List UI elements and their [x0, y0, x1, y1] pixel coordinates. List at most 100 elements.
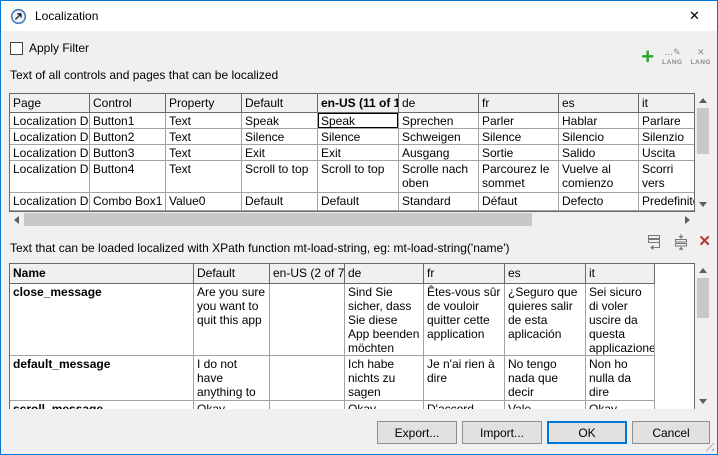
- scrollbar-thumb[interactable]: [24, 213, 532, 226]
- cell[interactable]: Okay: [345, 401, 424, 409]
- cell[interactable]: Text: [166, 129, 242, 145]
- cell[interactable]: Text: [166, 161, 242, 193]
- controls-section-label: Text of all controls and pages that can …: [10, 68, 278, 82]
- cell[interactable]: Parlare: [639, 113, 694, 129]
- table-row: Localization Demo Button4 Text Scroll to…: [10, 161, 694, 193]
- cell[interactable]: Default: [242, 193, 318, 211]
- import-button[interactable]: Import...: [462, 421, 542, 444]
- cell[interactable]: Schweigen: [399, 129, 479, 145]
- append-row-icon[interactable]: [646, 234, 664, 250]
- cell[interactable]: [270, 401, 345, 409]
- cell[interactable]: Je n'ai rien à dire: [424, 356, 505, 401]
- cell[interactable]: Button4: [90, 161, 166, 193]
- delete-language-icon[interactable]: ✕ LANG: [691, 48, 711, 67]
- cell[interactable]: Are you sure you want to quit this app: [194, 284, 270, 356]
- cell[interactable]: Exit: [242, 145, 318, 161]
- selected-cell[interactable]: Speak: [318, 113, 399, 129]
- cell[interactable]: Scroll to top: [242, 161, 318, 193]
- cell[interactable]: Silence: [242, 129, 318, 145]
- cell[interactable]: Speak: [242, 113, 318, 129]
- cell[interactable]: Scroll to top: [318, 161, 399, 193]
- cell[interactable]: Ich habe nichts zu sagen: [345, 356, 424, 401]
- cell[interactable]: Text: [166, 113, 242, 129]
- cell[interactable]: No tengo nada que decir: [505, 356, 586, 401]
- cell[interactable]: Silence: [479, 129, 559, 145]
- cell[interactable]: Scrolle nach oben: [399, 161, 479, 193]
- column-header: Default: [242, 94, 318, 113]
- cell[interactable]: Localization Demo: [10, 113, 90, 129]
- cell[interactable]: Parcourez le sommet: [479, 161, 559, 193]
- edit-language-icon[interactable]: …✎ LANG: [662, 48, 682, 67]
- cell[interactable]: Button2: [90, 129, 166, 145]
- strings-section-label: Text that can be loaded localized with X…: [10, 241, 510, 255]
- column-header: es: [559, 94, 639, 113]
- cell[interactable]: [270, 284, 345, 356]
- cell[interactable]: Default: [318, 193, 399, 211]
- export-button[interactable]: Export...: [377, 421, 457, 444]
- cell[interactable]: Vale: [505, 401, 586, 409]
- controls-table-header: Page Control Property Default en-US (11 …: [10, 94, 694, 113]
- vertical-scrollbar: [695, 263, 711, 409]
- cell[interactable]: Sprechen: [399, 113, 479, 129]
- scroll-left-icon[interactable]: [9, 212, 24, 227]
- scroll-down-icon[interactable]: [696, 197, 711, 212]
- cell[interactable]: Defecto: [559, 193, 639, 211]
- column-header: it: [586, 264, 655, 284]
- cell[interactable]: Okay: [194, 401, 270, 409]
- scroll-up-icon[interactable]: [696, 93, 711, 108]
- scroll-down-icon[interactable]: [696, 394, 711, 409]
- cell[interactable]: Silence: [318, 129, 399, 145]
- cell[interactable]: Êtes-vous sûr de vouloir quitter cette a…: [424, 284, 505, 356]
- insert-row-icon[interactable]: [672, 234, 690, 250]
- cell[interactable]: Standard: [399, 193, 479, 211]
- cell[interactable]: Predefinito: [639, 193, 694, 211]
- add-language-icon[interactable]: +: [641, 47, 654, 67]
- ok-button[interactable]: OK: [547, 421, 627, 444]
- cancel-button[interactable]: Cancel: [632, 421, 710, 444]
- cell[interactable]: Non ho nulla da dire: [586, 356, 655, 401]
- scrollbar-thumb[interactable]: [697, 108, 709, 154]
- scrollbar-thumb[interactable]: [697, 278, 709, 318]
- cell[interactable]: Vuelve al comienzo: [559, 161, 639, 193]
- cell[interactable]: Défaut: [479, 193, 559, 211]
- cell[interactable]: Button3: [90, 145, 166, 161]
- cell[interactable]: [270, 356, 345, 401]
- close-icon[interactable]: ✕: [672, 1, 717, 30]
- cell[interactable]: Sortie: [479, 145, 559, 161]
- cell[interactable]: Salido: [559, 145, 639, 161]
- cell[interactable]: Sei sicuro di voler uscire da questa app…: [586, 284, 655, 356]
- cell[interactable]: Localization Demo: [10, 145, 90, 161]
- cell[interactable]: Button1: [90, 113, 166, 129]
- cell[interactable]: Uscita: [639, 145, 694, 161]
- cell[interactable]: Scorri vers l'alto: [639, 161, 694, 193]
- apply-filter-checkbox[interactable]: [10, 42, 23, 55]
- scroll-up-icon[interactable]: [696, 263, 711, 278]
- cell[interactable]: Combo Box1: [90, 193, 166, 211]
- scroll-right-icon[interactable]: [680, 212, 695, 227]
- cell[interactable]: Sind Sie sicher, dass Sie diese App been…: [345, 284, 424, 356]
- cell[interactable]: Ausgang: [399, 145, 479, 161]
- cell[interactable]: close_message: [10, 284, 194, 356]
- delete-row-icon[interactable]: ✕: [698, 235, 711, 249]
- cell[interactable]: Okay: [586, 401, 655, 409]
- cell[interactable]: Text: [166, 145, 242, 161]
- cell[interactable]: Parler: [479, 113, 559, 129]
- cell[interactable]: Localization Demo: [10, 193, 90, 211]
- language-toolbar: + …✎ LANG ✕ LANG: [641, 47, 711, 67]
- cell[interactable]: Exit: [318, 145, 399, 161]
- cell[interactable]: Value0: [166, 193, 242, 211]
- cell[interactable]: Localization Demo: [10, 129, 90, 145]
- table-row: Localization Demo Button2 Text Silence S…: [10, 129, 694, 145]
- cell[interactable]: Silenzio: [639, 129, 694, 145]
- table-row: default_message I do not have anything t…: [10, 356, 694, 401]
- cell[interactable]: Localization Demo: [10, 161, 90, 193]
- cell[interactable]: default_message: [10, 356, 194, 401]
- cell[interactable]: I do not have anything to say: [194, 356, 270, 401]
- column-header: Property: [166, 94, 242, 113]
- apply-filter-row: Apply Filter: [10, 41, 89, 55]
- cell[interactable]: ¿Seguro que quieres salir de esta aplica…: [505, 284, 586, 356]
- cell[interactable]: Hablar: [559, 113, 639, 129]
- cell[interactable]: D'accord: [424, 401, 505, 409]
- cell[interactable]: Silencio: [559, 129, 639, 145]
- cell[interactable]: scroll_message: [10, 401, 194, 409]
